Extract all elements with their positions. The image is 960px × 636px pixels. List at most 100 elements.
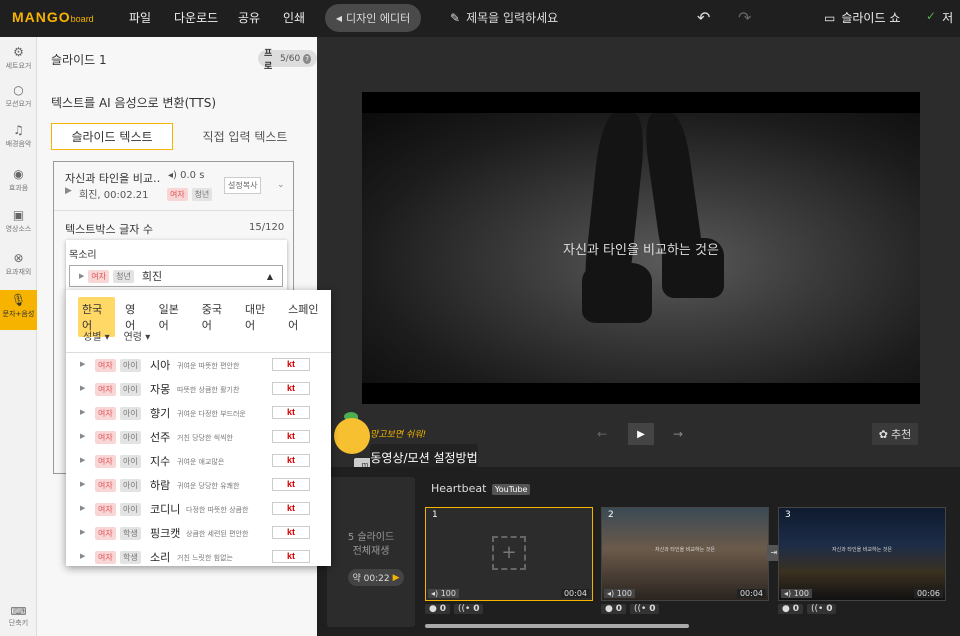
thumb-caption: 자신과 타인을 비교하는 것은 xyxy=(832,547,892,553)
thumb-controls[interactable]: ● 0 ((• 0 xyxy=(425,604,487,614)
lang-chinese[interactable]: 중국어 xyxy=(198,297,235,337)
voice-popup: 한국어 영어 일본어 중국어 대만어 스페인어 성별 ▾ 연령 ▾ ▶ 여자 아… xyxy=(66,290,331,566)
play-icon[interactable]: ▶ xyxy=(80,360,85,368)
undo-icon[interactable]: ↶ xyxy=(697,8,710,27)
card-voice: 희진, 00:02.21 xyxy=(79,190,149,201)
lang-japanese[interactable]: 일본어 xyxy=(155,297,192,337)
menu-download[interactable]: 다운로드 xyxy=(174,9,218,26)
play-all: 전체재생 xyxy=(352,546,390,557)
add-media-icon[interactable]: + xyxy=(492,536,526,570)
left-nav: ⚙ 세트요거 ○ 모션요거 ♫ 배경음악 ◉ 효과음 ▣ 영상소스 ⊗ 요과재외 🎙 문자+음… xyxy=(0,37,37,636)
nav-set-effect[interactable]: ⚙ 세트요거 xyxy=(0,42,37,80)
timeline-scrollbar[interactable] xyxy=(425,624,689,628)
kt-logo: kt xyxy=(272,430,310,443)
mascot-image xyxy=(334,418,370,454)
nav-bgm[interactable]: ♫ 배경음악 xyxy=(0,120,37,158)
nav-shortcuts[interactable]: ⌨ 단축키 xyxy=(0,605,37,628)
effect-icon[interactable]: ((• 0 xyxy=(453,604,484,614)
voice-item[interactable]: ▶ 여자 아이 코디니 다정한 따뜻한 상큼한 kt xyxy=(66,497,331,521)
filter-age[interactable]: 연령 ▾ xyxy=(124,328,151,343)
save-button[interactable]: ✓ 저 xyxy=(926,9,953,26)
voice-item[interactable]: ▶ 여자 아이 시아 귀여운 따뜻한 편안한 kt xyxy=(66,353,331,377)
play-icon[interactable]: ▶ xyxy=(80,528,85,536)
chevron-down-icon[interactable]: ⌄ xyxy=(277,180,285,190)
slide-thumb[interactable]: 1 + ◂) 100 00:04 xyxy=(425,507,593,601)
play-icon[interactable]: ▶ xyxy=(65,186,72,196)
sound-icon[interactable]: ● 0 xyxy=(601,604,626,614)
pro-badge: 프로 5/60 ? xyxy=(258,49,317,72)
youtube-badge: YouTube xyxy=(491,484,531,495)
voice-item[interactable]: ▶ 여자 아이 자몽 따뜻한 상큼한 활기찬 kt xyxy=(66,377,331,401)
menu-print[interactable]: 인쇄 xyxy=(283,9,305,26)
play-icon[interactable]: ▶ xyxy=(80,480,85,488)
slide-caption[interactable]: 자신과 타인을 비교하는 것은 xyxy=(362,239,920,258)
kt-logo: kt xyxy=(272,526,310,539)
divider xyxy=(54,210,293,211)
slideshow-button[interactable]: ▭ 슬라이드 쇼 xyxy=(824,9,900,26)
play-icon[interactable]: ▶ xyxy=(80,552,85,560)
canvas-area: 자신과 타인을 비교하는 것은 ← ▶ → ✿ 추천 xyxy=(317,37,960,467)
play-icon[interactable]: ▶ xyxy=(80,384,85,392)
play-button[interactable]: ▶ xyxy=(628,423,654,445)
tab-slide-text[interactable]: 슬라이드 텍스트 xyxy=(51,123,173,150)
char-count-label: 텍스트박스 글자 수 xyxy=(65,223,153,236)
nav-motion-effect[interactable]: ○ 모션요거 xyxy=(0,80,37,118)
hint-text: 망고보면 쉬워! xyxy=(370,430,427,440)
film-icon: ▣ xyxy=(12,208,25,222)
voice-item[interactable]: ▶ 여자 아이 향기 귀여운 다정한 부드러운 kt xyxy=(66,401,331,425)
slide-thumb[interactable]: 3 자신과 타인을 비교하는 것은 ◂) 100 00:06 xyxy=(778,507,946,601)
bgm-track[interactable]: Heartbeat YouTube xyxy=(431,482,531,495)
effect-icon[interactable]: ((• 0 xyxy=(806,604,837,614)
help-icon[interactable]: ? xyxy=(303,53,311,64)
nav-remove-effect[interactable]: ⊗ 요과재외 xyxy=(0,248,37,286)
volume-badge[interactable]: ◂) 100 xyxy=(428,589,459,598)
copy-setting-button[interactable]: 설정복사 xyxy=(224,177,262,194)
menu-share[interactable]: 공유 xyxy=(238,9,260,26)
slide-stage[interactable]: 자신과 타인을 비교하는 것은 xyxy=(362,92,920,404)
arrow-right-icon[interactable]: → xyxy=(673,427,683,441)
voice-item[interactable]: ▶ 여자 아이 선주 거친 당당한 씩씩한 kt xyxy=(66,425,331,449)
play-icon[interactable]: ▶ xyxy=(80,408,85,416)
close-circle-icon: ⊗ xyxy=(13,251,24,265)
mic-icon: 🎙 xyxy=(10,293,27,307)
sound-icon[interactable]: ● 0 xyxy=(778,604,803,614)
thumb-controls[interactable]: ● 0 ((• 0 xyxy=(778,604,840,614)
play-icon[interactable]: ▶ xyxy=(79,272,84,280)
filter-gender[interactable]: 성별 ▾ xyxy=(83,328,110,343)
slide-duration: 00:04 xyxy=(560,589,590,598)
pencil-icon: ✎ xyxy=(450,10,461,25)
nav-text-voice[interactable]: 🎙 문자+음성 xyxy=(0,290,37,330)
arrow-left-icon[interactable]: ← xyxy=(597,427,607,441)
voice-list: ▶ 여자 아이 시아 귀여운 따뜻한 편안한 kt ▶ 여자 아이 자몽 따뜻한… xyxy=(66,352,331,566)
volume-badge[interactable]: ◂) 100 xyxy=(781,589,812,598)
thumb-controls[interactable]: ● 0 ((• 0 xyxy=(601,604,663,614)
effect-icon[interactable]: ((• 0 xyxy=(629,604,660,614)
voice-item[interactable]: ▶ 여자 학생 핑크캣 상큼한 세련된 편안한 kt xyxy=(66,521,331,545)
chevron-left-icon: ◀ xyxy=(335,13,342,23)
kt-logo: kt xyxy=(272,454,310,467)
timeline: 5 슬라이드 전체재생 약 00:22 ▶ Heartbeat YouTube 1 … xyxy=(317,467,960,636)
tab-direct-text[interactable]: 직접 입력 텍스트 xyxy=(185,123,305,150)
nav-video-source[interactable]: ▣ 영상소스 xyxy=(0,205,37,243)
logo[interactable]: MANGOboard xyxy=(12,9,94,25)
volume-badge[interactable]: ◂) 100 xyxy=(604,589,635,598)
voice-item[interactable]: ▶ 여자 아이 하람 귀여운 당당한 유쾌한 kt xyxy=(66,473,331,497)
play-icon[interactable]: ▶ xyxy=(80,456,85,464)
redo-icon[interactable]: ↷ xyxy=(738,8,751,27)
voice-select[interactable]: ▶ 여자 청년 희진 ▲ xyxy=(69,265,283,287)
slide-thumb[interactable]: 2 자신과 타인을 비교하는 것은 ◂) 100 00:04 xyxy=(601,507,769,601)
nav-sound-effect[interactable]: ◉ 효과음 xyxy=(0,164,37,202)
title-input[interactable]: ✎ 제목을 입력하세요 xyxy=(450,9,558,26)
lang-taiwanese[interactable]: 대만어 xyxy=(241,297,278,337)
menu-file[interactable]: 파일 xyxy=(129,9,151,26)
lang-spanish[interactable]: 스페인어 xyxy=(284,297,331,337)
play-icon[interactable]: ▶ xyxy=(80,504,85,512)
recommend-button[interactable]: ✿ 추천 xyxy=(872,423,918,445)
design-editor-button[interactable]: ◀ 디자인 에디터 xyxy=(325,4,421,32)
sound-icon[interactable]: ● 0 xyxy=(425,604,450,614)
voice-item[interactable]: ▶ 여자 학생 소리 거친 느릿한 힘없는 kt xyxy=(66,545,331,566)
voice-item[interactable]: ▶ 여자 아이 지수 귀여운 애교많은 kt xyxy=(66,449,331,473)
play-icon[interactable]: ▶ xyxy=(80,432,85,440)
timeline-summary[interactable]: 5 슬라이드 전체재생 약 00:22 ▶ xyxy=(327,477,415,627)
slide-count: 5 슬라이드 xyxy=(347,532,395,543)
